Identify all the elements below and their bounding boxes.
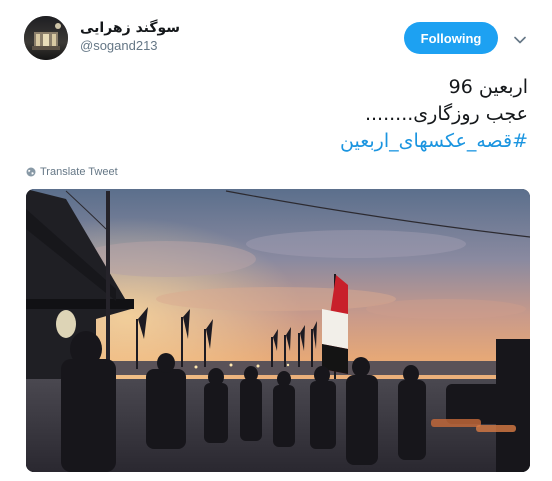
- hashtag-link[interactable]: #قصه_عکسهای_اربعین: [48, 128, 528, 155]
- screen-name[interactable]: @sogand213: [80, 37, 240, 55]
- translate-tweet-link[interactable]: Translate Tweet: [26, 166, 118, 178]
- tweet-photo[interactable]: [26, 189, 530, 472]
- globe-icon: [26, 167, 36, 177]
- display-name[interactable]: سوگند زهرایی: [80, 19, 240, 37]
- avatar[interactable]: [24, 16, 68, 60]
- chevron-down-icon[interactable]: [512, 32, 528, 48]
- user-block[interactable]: سوگند زهرایی @sogand213: [80, 19, 240, 55]
- avatar-image: [24, 16, 68, 60]
- photo-sunset-procession-with-flags: [26, 189, 530, 472]
- tweet-card: سوگند زهرایی @sogand213 Following اربعین…: [0, 0, 552, 481]
- tweet-line-2: عجب روزگاری........: [364, 103, 528, 125]
- following-button[interactable]: Following: [404, 22, 498, 54]
- translate-tweet-label[interactable]: Translate Tweet: [40, 166, 118, 178]
- tweet-text: اربعین 96 عجب روزگاری........ #قصه_عکسها…: [48, 74, 528, 155]
- tweet-line-1: اربعین 96: [448, 76, 528, 98]
